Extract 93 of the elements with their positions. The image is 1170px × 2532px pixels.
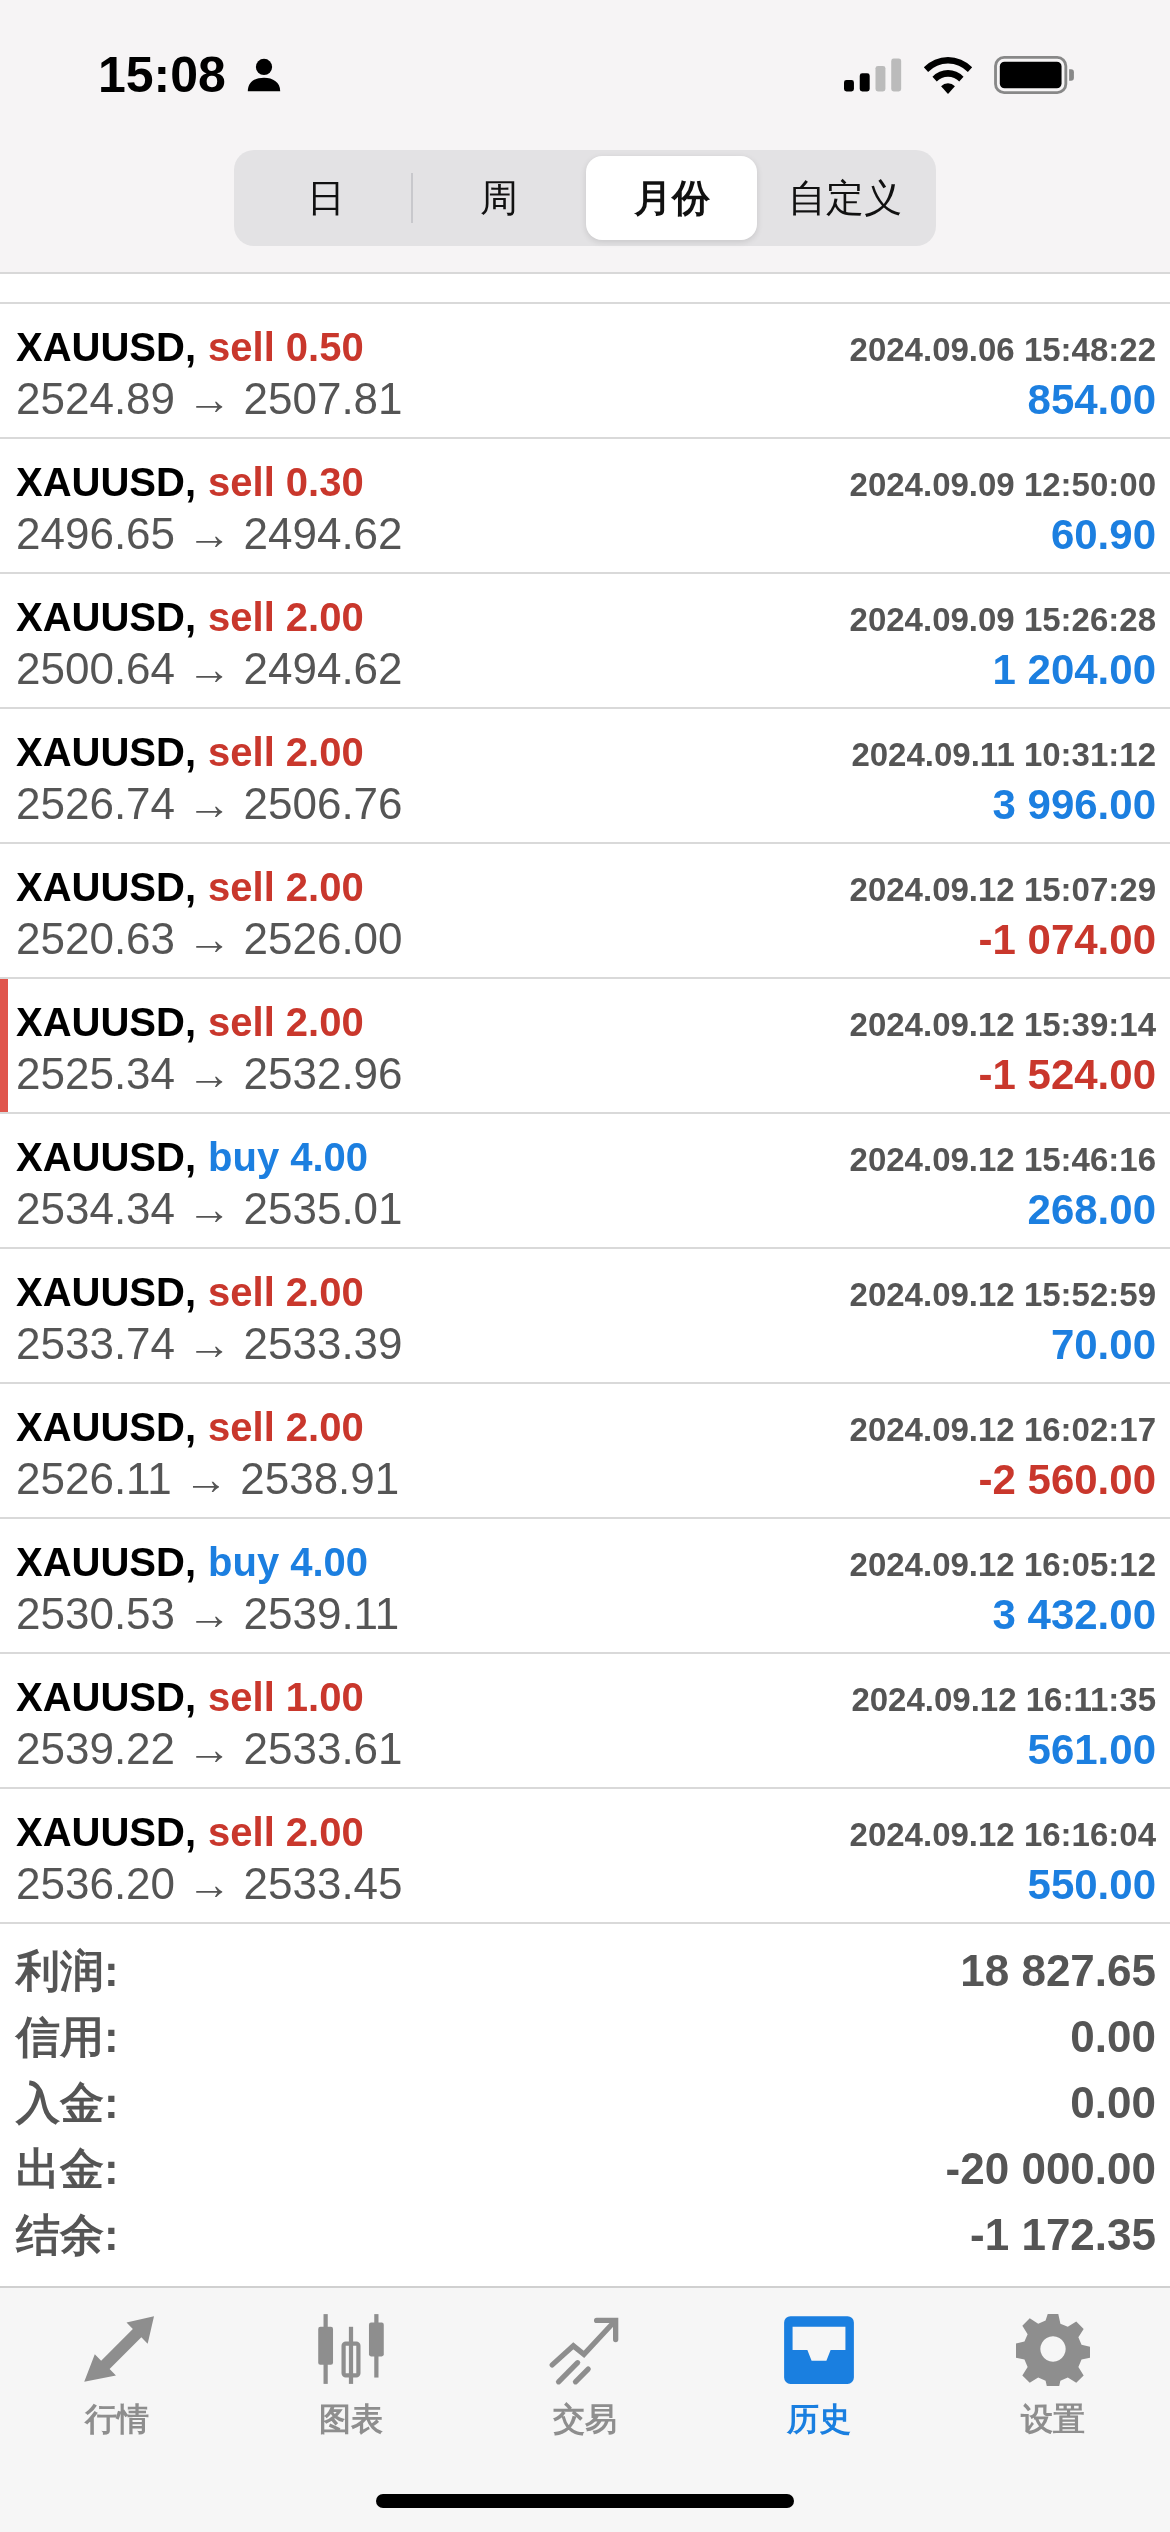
summary-value: -20 000.00 xyxy=(945,2144,1156,2194)
deal-time: 2024.09.12 15:07:29 xyxy=(849,871,1156,909)
deal-row[interactable]: XAUUSD, sell 2.00 2024.09.11 10:31:12 2526.74 → 2506.76 3 996.00 xyxy=(0,709,1170,844)
order-type-text: sell 2.00 xyxy=(208,595,364,640)
deal-row[interactable]: XAUUSD, sell 0.50 2024.09.06 15:48:22 2524.89 → 2507.81 854.00 xyxy=(0,304,1170,439)
deal-row[interactable]: XAUUSD, buy 4.00 2024.09.12 15:46:16 2534.34 → 2535.01 268.00 xyxy=(0,1114,1170,1249)
signal-icon xyxy=(844,58,902,92)
profit-value: 561.00 xyxy=(1027,1726,1156,1774)
profit-value: -2 560.00 xyxy=(978,1456,1156,1504)
order-type-text: sell 2.00 xyxy=(208,730,364,775)
symbol-text: XAUUSD, xyxy=(16,1675,197,1720)
status-time: 15:08 xyxy=(98,46,226,104)
price-text: 2533.74 → 2533.39 xyxy=(16,1319,403,1369)
price-text: 2526.11 → 2538.91 xyxy=(16,1454,400,1504)
battery-icon xyxy=(994,56,1074,94)
period-tab[interactable]: 日 xyxy=(240,156,411,240)
deal-time: 2024.09.12 15:39:14 xyxy=(849,1006,1156,1044)
order-type-text: sell 2.00 xyxy=(208,1000,364,1045)
profit-value: 70.00 xyxy=(1050,1321,1156,1369)
symbol-text: XAUUSD, xyxy=(16,1000,197,1045)
deal-time: 2024.09.12 15:46:16 xyxy=(849,1141,1156,1179)
symbol-text: XAUUSD, xyxy=(16,865,197,910)
deal-row[interactable]: XAUUSD, sell 2.00 2024.09.12 15:39:14 2525.34 → 2532.96 -1 524.00 xyxy=(0,979,1170,1114)
order-type-text: sell 2.00 xyxy=(208,1405,364,1450)
deal-row[interactable]: XAUUSD, sell 2.00 2024.09.12 15:07:29 2520.63 → 2526.00 -1 074.00 xyxy=(0,844,1170,979)
summary-label: 结余: xyxy=(16,2208,119,2261)
price-text: 2536.20 → 2533.45 xyxy=(16,1859,403,1909)
price-text: 2520.63 → 2526.00 xyxy=(16,914,403,964)
deal-row[interactable]: XAUUSD, sell 2.00 2024.09.12 15:52:59 2533.74 → 2533.39 70.00 xyxy=(0,1249,1170,1384)
profit-value: 60.90 xyxy=(1050,511,1156,559)
symbol-text: XAUUSD, xyxy=(16,1135,197,1180)
tab-bar-item[interactable]: 历史 xyxy=(702,2312,936,2442)
order-type-text: sell 0.50 xyxy=(208,325,364,370)
deal-row[interactable]: XAUUSD, sell 1.00 2024.09.12 16:11:35 2539.22 → 2533.61 561.00 xyxy=(0,1654,1170,1789)
symbol-text: XAUUSD, xyxy=(16,325,197,370)
symbol-text: XAUUSD, xyxy=(16,1540,197,1585)
order-type-text: sell 2.00 xyxy=(208,1810,364,1855)
summary-label: 信用: xyxy=(16,2010,119,2063)
deal-row[interactable]: XAUUSD, sell 0.30 2024.09.09 12:50:00 2496.65 → 2494.62 60.90 xyxy=(0,439,1170,574)
deal-row[interactable]: XAUUSD, buy 4.00 2024.09.12 16:05:12 2530.53 → 2539.11 3 432.00 xyxy=(0,1519,1170,1654)
deal-time: 2024.09.12 16:16:04 xyxy=(849,1816,1156,1854)
order-type-text: sell 1.00 xyxy=(208,1675,364,1720)
order-type-text: sell 2.00 xyxy=(208,865,364,910)
price-text: 2496.65 → 2494.62 xyxy=(16,509,403,559)
period-tab[interactable]: 自定义 xyxy=(759,156,930,240)
summary-value: 18 827.65 xyxy=(960,1946,1156,1996)
deal-time: 2024.09.09 12:50:00 xyxy=(849,466,1156,504)
price-text: 2526.74 → 2506.76 xyxy=(16,779,403,829)
summary-label: 出金: xyxy=(16,2142,119,2195)
symbol-text: XAUUSD, xyxy=(16,1270,197,1315)
profit-value: 854.00 xyxy=(1027,376,1156,424)
deal-time: 2024.09.11 10:31:12 xyxy=(851,736,1156,774)
symbol-text: XAUUSD, xyxy=(16,1405,197,1450)
deal-row[interactable]: XAUUSD, sell 2.00 2024.09.09 15:26:28 2500.64 → 2494.62 1 204.00 xyxy=(0,574,1170,709)
order-type-text: buy 4.00 xyxy=(208,1540,369,1585)
profit-value: 550.00 xyxy=(1027,1861,1156,1909)
price-text: 2525.34 → 2532.96 xyxy=(16,1049,403,1099)
deal-time: 2024.09.12 16:05:12 xyxy=(849,1546,1156,1584)
profit-value: 268.00 xyxy=(1027,1186,1156,1234)
period-tab[interactable]: 月份 xyxy=(586,156,757,240)
profit-value: 3 996.00 xyxy=(992,781,1156,829)
summary-label: 利润: xyxy=(16,1944,119,1997)
price-text: 2500.64 → 2494.62 xyxy=(16,644,403,694)
price-text: 2524.89 → 2507.81 xyxy=(16,374,403,424)
profit-value: 1 204.00 xyxy=(992,646,1156,694)
summary-value: 0.00 xyxy=(1070,2012,1156,2062)
summary-label: 入金: xyxy=(16,2076,119,2129)
deal-time: 2024.09.09 15:26:28 xyxy=(849,601,1156,639)
deal-time: 2024.09.12 16:11:35 xyxy=(851,1681,1156,1719)
symbol-text: XAUUSD, xyxy=(16,730,197,775)
price-text: 2534.34 → 2535.01 xyxy=(16,1184,403,1234)
profit-value: -1 524.00 xyxy=(978,1051,1156,1099)
period-tab[interactable]: 周 xyxy=(413,156,584,240)
price-text: 2539.22 → 2533.61 xyxy=(16,1724,403,1774)
deal-time: 2024.09.12 15:52:59 xyxy=(849,1276,1156,1314)
person-icon xyxy=(245,57,282,93)
price-text: 2530.53 → 2539.11 xyxy=(16,1589,400,1639)
summary-value: 0.00 xyxy=(1070,2078,1156,2128)
wifi-icon xyxy=(922,56,974,94)
deal-time: 2024.09.06 15:48:22 xyxy=(849,331,1156,369)
profit-value: 3 432.00 xyxy=(992,1591,1156,1639)
symbol-text: XAUUSD, xyxy=(16,460,197,505)
settings-icon xyxy=(1016,2312,1090,2386)
deal-time: 2024.09.12 16:02:17 xyxy=(849,1411,1156,1449)
deal-row[interactable]: XAUUSD, sell 2.00 2024.09.12 16:16:04 2536.20 → 2533.45 550.00 xyxy=(0,1789,1170,1924)
profit-value: -1 074.00 xyxy=(978,916,1156,964)
order-type-text: sell 0.30 xyxy=(208,460,364,505)
order-type-text: buy 4.00 xyxy=(208,1135,369,1180)
order-type-text: sell 2.00 xyxy=(208,1270,364,1315)
summary-value: -1 172.35 xyxy=(970,2210,1156,2260)
symbol-text: XAUUSD, xyxy=(16,595,197,640)
symbol-text: XAUUSD, xyxy=(16,1810,197,1855)
deal-row[interactable]: XAUUSD, sell 2.00 2024.09.12 16:02:17 2526.11 → 2538.91 -2 560.00 xyxy=(0,1384,1170,1519)
